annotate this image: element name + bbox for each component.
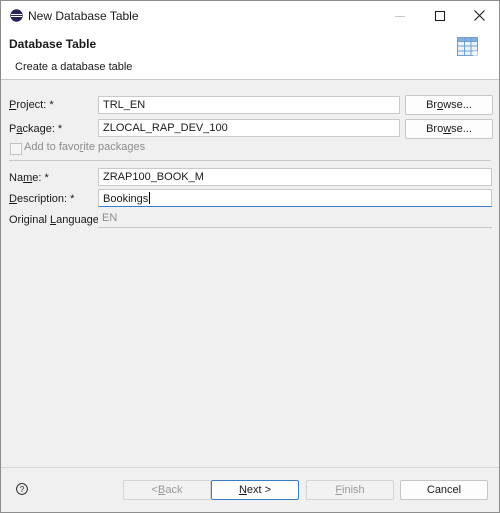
title-bar: New Database Table [1, 1, 499, 30]
original-language-label: Original Language: [9, 214, 102, 226]
name-label: Name: * [9, 172, 49, 184]
description-label: Description: * [9, 193, 75, 205]
maximize-icon [435, 10, 445, 21]
banner-title: Database Table [9, 37, 97, 51]
back-button[interactable]: < Back [123, 480, 211, 500]
favorites-label: Add to favorite packages [24, 141, 146, 153]
window-title: New Database Table [28, 9, 139, 23]
maximize-button[interactable] [420, 1, 460, 30]
close-icon [473, 10, 485, 21]
help-icon[interactable]: ? [16, 483, 28, 495]
footer-divider [1, 467, 499, 468]
dialog-window: New Database Table Database Table Create… [0, 0, 500, 513]
close-button[interactable] [459, 1, 499, 30]
project-browse-button[interactable]: Br o wse... [405, 95, 493, 115]
favorites-checkbox[interactable] [10, 143, 22, 155]
package-label: Package: * [9, 123, 63, 135]
finish-button[interactable]: Finish [306, 480, 394, 500]
table-icon [457, 37, 483, 59]
form-divider [9, 160, 491, 161]
package-field[interactable]: ZLOCAL_RAP_DEV_100 [98, 119, 400, 137]
wizard-banner: Database Table Create a database table [1, 30, 499, 79]
original-language-field: EN [98, 210, 492, 228]
cancel-button[interactable]: Cancel [400, 480, 488, 500]
svg-text:?: ? [20, 485, 25, 494]
banner-divider [1, 79, 499, 80]
minimize-button[interactable] [380, 1, 420, 30]
eclipse-icon [10, 9, 23, 22]
project-field[interactable]: TRL_EN [98, 96, 400, 114]
text-caret [149, 192, 151, 204]
package-browse-button[interactable]: Bro w se... [405, 119, 493, 139]
banner-subtitle: Create a database table [15, 61, 133, 73]
next-button[interactable]: Next > [211, 480, 299, 500]
description-field[interactable]: Bookings [98, 189, 492, 207]
minimize-icon [395, 15, 405, 17]
project-label: Project: * [9, 99, 54, 111]
name-field[interactable]: ZRAP100_BOOK_M [98, 168, 492, 186]
